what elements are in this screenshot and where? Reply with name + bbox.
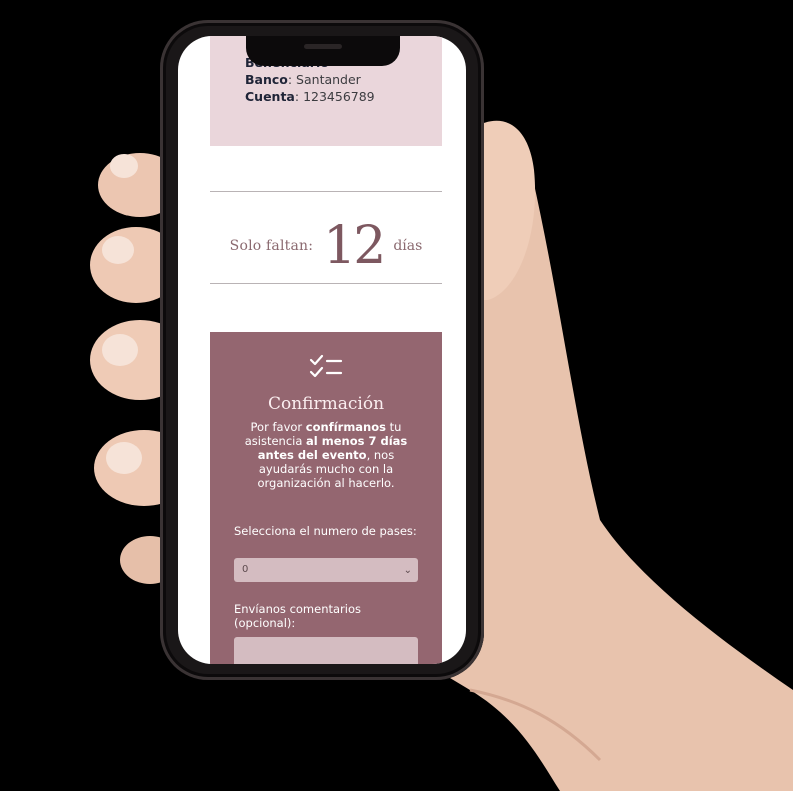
passes-select[interactable]: 0 ⌄ (234, 558, 418, 582)
phone-screen: Beneficiario Banco: Santander Cuenta: 12… (178, 36, 466, 664)
account-label: Cuenta (245, 89, 295, 104)
speaker-grille (304, 44, 342, 49)
divider-bottom (210, 283, 442, 284)
intro-text-1: Por favor (250, 420, 306, 434)
confirmation-title: Confirmación (267, 394, 385, 414)
confirmation-intro: Por favor confírmanos tu asistencia al m… (232, 420, 420, 490)
bank-label: Banco (245, 72, 288, 87)
phone-notch (246, 36, 400, 66)
chevron-down-icon: ⌄ (403, 565, 412, 576)
countdown: Solo faltan: 12 días (210, 211, 442, 281)
comments-textarea[interactable] (234, 637, 418, 664)
bank-line: Banco: Santander (245, 72, 361, 87)
countdown-number: 12 (323, 216, 386, 276)
bank-value: Santander (296, 72, 361, 87)
countdown-unit: días (393, 238, 423, 254)
comments-label: Envíanos comentarios (opcional): (234, 602, 362, 630)
confirmation-section: Confirmación Por favor confírmanos tu as… (210, 332, 442, 664)
countdown-prefix: Solo faltan: (229, 238, 314, 254)
account-line: Cuenta: 123456789 (245, 89, 375, 104)
checklist-icon (309, 354, 343, 378)
intro-bold-1: confírmanos (305, 420, 386, 434)
account-value: 123456789 (303, 89, 375, 104)
passes-select-value: 0 (242, 564, 249, 575)
passes-label: Selecciona el numero de pases: (234, 524, 417, 538)
divider-top (210, 191, 442, 192)
